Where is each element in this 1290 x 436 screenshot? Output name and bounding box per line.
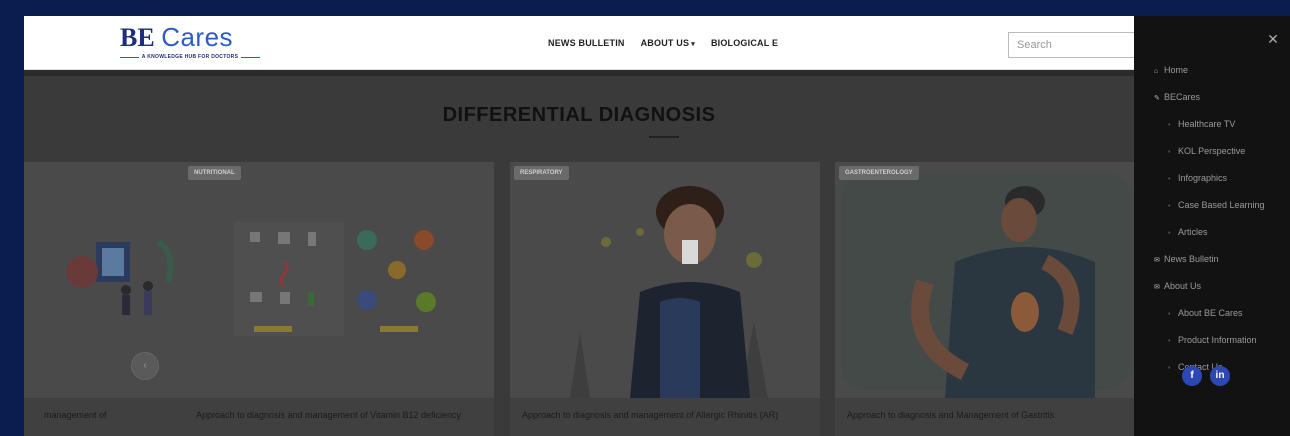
card-title: Approach to diagnosis and management of …: [522, 410, 779, 420]
bullet-icon: •: [1168, 230, 1171, 237]
card-image: NUTRITIONAL: [184, 162, 494, 398]
home-icon: ⌂: [1154, 68, 1159, 75]
wrench-icon: ✎: [1154, 95, 1160, 102]
logo-rule-right: [241, 56, 260, 58]
facebook-icon[interactable]: f: [1182, 366, 1202, 386]
card-title: Approach to diagnosis and Management of …: [847, 410, 1055, 420]
drawer-menu: ⌂ Home ✎ BECares • Healthcare TV • KOL Persp…: [1154, 64, 1288, 388]
logo-be: BE: [120, 23, 155, 52]
bullet-icon: •: [1168, 311, 1171, 318]
site-header: BE Cares A KNOWLEDGE HUB FOR DOCTORS NEW…: [24, 16, 1290, 70]
article-card[interactable]: RESPIRATORY Approach to diagnosis and ma…: [510, 162, 820, 436]
article-card[interactable]: GASTROENTEROLOGY Approach to diagnosis a…: [835, 162, 1145, 436]
logo-cares: Cares: [161, 22, 234, 52]
card-image: GASTROENTEROLOGY: [835, 162, 1145, 398]
bullet-icon: •: [1168, 149, 1171, 156]
drawer-item-infographics[interactable]: • Infographics: [1154, 172, 1288, 186]
close-icon[interactable]: ✕: [1266, 32, 1280, 46]
category-tag[interactable]: GASTROENTEROLOGY: [839, 166, 919, 180]
logo-wordmark: BE Cares: [120, 24, 260, 51]
site-logo[interactable]: BE Cares A KNOWLEDGE HUB FOR DOCTORS: [120, 24, 260, 64]
logo-tagline: A KNOWLEDGE HUB FOR DOCTORS: [141, 54, 239, 60]
nav-about-us[interactable]: ABOUT US ▾: [641, 38, 695, 48]
section-title: DIFFERENTIAL DIAGNOSIS: [442, 104, 716, 126]
logo-rule-left: [120, 56, 139, 58]
drawer-item-home[interactable]: ⌂ Home: [1154, 64, 1288, 78]
card-image: [24, 162, 206, 398]
card-title: Approach to diagnosis and management of …: [196, 410, 461, 420]
drawer-item-news-bulletin[interactable]: ✉ News Bulletin: [1154, 253, 1288, 267]
chevron-down-icon: ▾: [691, 41, 695, 48]
header-banner-strip: [24, 70, 1134, 76]
envelope-icon: ✉: [1154, 257, 1160, 264]
card-image: RESPIRATORY: [510, 162, 820, 398]
card-illustration: [24, 162, 206, 398]
main-nav: NEWS BULLETIN ABOUT US ▾ BIOLOGICAL E: [548, 38, 778, 48]
social-links: f in: [1182, 366, 1230, 386]
linkedin-icon[interactable]: in: [1210, 366, 1230, 386]
envelope-icon: ✉: [1154, 284, 1160, 291]
card-illustration: [510, 162, 820, 398]
drawer-item-about-be-cares[interactable]: • About BE Cares: [1154, 307, 1288, 321]
drawer-item-healthcare-tv[interactable]: • Healthcare TV: [1154, 118, 1288, 132]
drawer-item-kol-perspective[interactable]: • KOL Perspective: [1154, 145, 1288, 159]
article-card[interactable]: management of: [24, 162, 206, 436]
search-input[interactable]: Search: [1008, 32, 1138, 58]
card-illustration: [835, 162, 1145, 398]
category-tag[interactable]: NUTRITIONAL: [188, 166, 241, 180]
bullet-icon: •: [1168, 365, 1171, 372]
bullet-icon: •: [1168, 176, 1171, 183]
drawer-item-case-based-learning[interactable]: • Case Based Learning: [1154, 199, 1288, 213]
side-drawer: ✕ ⌂ Home ✎ BECares • Healthcare TV • KOL Per…: [1134, 16, 1290, 436]
title-underline: [649, 136, 679, 138]
nav-biological-e[interactable]: BIOLOGICAL E: [711, 38, 778, 48]
category-tag[interactable]: RESPIRATORY: [514, 166, 569, 180]
logo-tagline-row: A KNOWLEDGE HUB FOR DOCTORS: [120, 54, 260, 60]
page-frame: BE Cares A KNOWLEDGE HUB FOR DOCTORS NEW…: [24, 16, 1290, 436]
card-illustration: [184, 162, 494, 398]
drawer-item-becares[interactable]: ✎ BECares: [1154, 91, 1288, 105]
drawer-item-product-information[interactable]: • Product Information: [1154, 334, 1288, 348]
article-card[interactable]: NUTRITIONAL Approach to diagnosis and ma…: [184, 162, 494, 436]
drawer-item-articles[interactable]: • Articles: [1154, 226, 1288, 240]
nav-news-bulletin[interactable]: NEWS BULLETIN: [548, 38, 625, 48]
bullet-icon: •: [1168, 338, 1171, 345]
bullet-icon: •: [1168, 203, 1171, 210]
bullet-icon: •: [1168, 122, 1171, 129]
carousel-prev-button[interactable]: ‹: [131, 352, 159, 380]
drawer-item-about-us[interactable]: ✉ About Us: [1154, 280, 1288, 294]
